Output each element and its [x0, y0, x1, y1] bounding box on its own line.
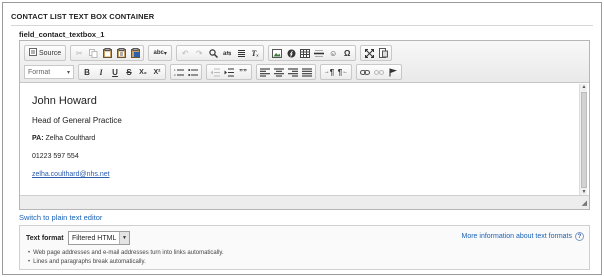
paste-word-icon[interactable] — [128, 46, 142, 60]
switch-editor-link[interactable]: Switch to plain text editor — [19, 213, 102, 222]
align-justify-icon[interactable] — [300, 65, 314, 79]
chevron-down-icon: ▾ — [66, 69, 70, 76]
special-char-icon[interactable]: Ω — [340, 46, 354, 60]
cut-icon[interactable]: ✂ — [72, 46, 86, 60]
format-dropdown[interactable]: Format ▾ — [24, 65, 74, 79]
subscript-button[interactable]: X₂ — [136, 65, 150, 79]
contact-name: John Howard — [32, 95, 97, 107]
source-button[interactable]: Source — [26, 46, 64, 60]
show-blocks-icon[interactable] — [376, 46, 390, 60]
rich-text-editor: Source ✂ abc ▾ ↶ ↷ a⇆ Tₓ ☺ Ω Format ▾ B … — [19, 40, 590, 210]
smiley-icon[interactable]: ☺ — [326, 46, 340, 60]
indent-icon[interactable] — [222, 65, 236, 79]
chevron-down-icon: ▼ — [119, 232, 129, 244]
table-icon[interactable] — [298, 46, 312, 60]
history-group: ↶ ↷ a⇆ Tₓ — [176, 45, 265, 61]
bidi-group: → ¶ ¶ ← — [320, 64, 352, 80]
toolbar-row-1: Source ✂ abc ▾ ↶ ↷ a⇆ Tₓ ☺ Ω — [24, 45, 396, 61]
basic-styles-group: B I U S X₂ X² — [78, 64, 166, 80]
scrollbar-thumb[interactable] — [581, 92, 587, 188]
paste-icon[interactable] — [100, 46, 114, 60]
undo-icon[interactable]: ↶ — [178, 46, 192, 60]
copy-icon[interactable] — [86, 46, 100, 60]
editor-statusbar: ◢ — [20, 195, 589, 209]
section-title: CONTACT LIST TEXT BOX CONTAINER — [11, 12, 155, 21]
editor-content[interactable]: John Howard Head of General Practice PA:… — [20, 84, 578, 196]
more-info-link[interactable]: More information about text formats — [462, 233, 573, 240]
contact-email-link[interactable]: zelha.coulthard@nhs.net — [32, 171, 110, 178]
help-icon[interactable]: ? — [575, 232, 584, 241]
replace-icon[interactable]: a⇆ — [220, 46, 234, 60]
special-char-label: Ω — [343, 48, 351, 58]
toolbar-row-2: Format ▾ B I U S X₂ X² 12 ”” → ¶ ¶ ← — [24, 64, 406, 80]
bullet-list-icon[interactable] — [186, 65, 200, 79]
field-label: field_contact_textbox_1 — [19, 30, 105, 39]
ltr-label: ¶ — [329, 67, 335, 77]
tools-group — [360, 45, 393, 61]
redo-icon[interactable]: ↷ — [192, 46, 206, 60]
anchor-flag-icon[interactable] — [386, 65, 400, 79]
contact-phone: 01223 597 554 — [32, 153, 79, 160]
flash-icon[interactable] — [284, 46, 298, 60]
format-tip: Lines and paragraphs break automatically… — [28, 258, 224, 267]
svg-text:2: 2 — [174, 73, 176, 77]
document-group: Source — [24, 45, 67, 61]
list-group: 12 — [170, 64, 202, 80]
scroll-up-icon[interactable]: ▲ — [580, 84, 588, 91]
source-icon — [29, 48, 37, 58]
paste-text-icon[interactable] — [114, 46, 128, 60]
editor-toolbar: Source ✂ abc ▾ ↶ ↷ a⇆ Tₓ ☺ Ω Format ▾ B … — [20, 41, 589, 83]
format-tip: Web page addresses and e-mail addresses … — [28, 249, 224, 258]
align-center-icon[interactable] — [272, 65, 286, 79]
strike-button[interactable]: S — [122, 65, 136, 79]
editor-scrollbar[interactable]: ▲ ▼ — [579, 84, 587, 196]
resize-grip-icon[interactable]: ◢ — [582, 199, 587, 207]
pa-label: PA: — [32, 135, 44, 142]
underline-button[interactable]: U — [108, 65, 122, 79]
format-dropdown-label: Format — [28, 68, 51, 76]
text-direction-ltr-icon[interactable]: → ¶ — [322, 65, 336, 79]
unlink-icon[interactable] — [372, 65, 386, 79]
image-icon[interactable] — [270, 46, 284, 60]
source-label: Source — [39, 49, 62, 57]
superscript-button[interactable]: X² — [150, 65, 164, 79]
remove-format-icon[interactable]: Tₓ — [248, 46, 262, 60]
align-left-icon[interactable] — [258, 65, 272, 79]
indent-group: ”” — [206, 64, 252, 80]
blockquote-icon[interactable]: ”” — [236, 65, 250, 79]
spellcheck-group: abc ▾ — [148, 45, 173, 61]
insert-group: ☺ Ω — [268, 45, 357, 61]
svg-text:1: 1 — [174, 68, 176, 72]
text-format-selected: Filtered HTML — [72, 234, 117, 242]
bold-button[interactable]: B — [80, 65, 94, 79]
align-right-icon[interactable] — [286, 65, 300, 79]
text-direction-rtl-icon[interactable]: ¶ ← — [336, 65, 350, 79]
link-icon[interactable] — [358, 65, 372, 79]
italic-button[interactable]: I — [94, 65, 108, 79]
outdent-icon[interactable] — [208, 65, 222, 79]
select-all-icon[interactable] — [234, 46, 248, 60]
format-tips: Web page addresses and e-mail addresses … — [28, 249, 224, 267]
align-group — [256, 64, 316, 80]
horizontal-rule-icon[interactable] — [312, 46, 326, 60]
spellcheck-icon[interactable]: abc ▾ — [150, 46, 170, 60]
text-format-label: Text format — [26, 235, 64, 242]
numbered-list-icon[interactable]: 12 — [172, 65, 186, 79]
contact-role: Head of General Practice — [32, 116, 122, 125]
find-icon[interactable] — [206, 46, 220, 60]
maximize-icon[interactable] — [362, 46, 376, 60]
section-divider — [11, 25, 593, 26]
clipboard-group: ✂ — [70, 45, 145, 61]
contact-pa: PA: Zelha Coulthard — [32, 135, 566, 142]
links-group — [356, 64, 402, 80]
text-format-panel: Text format Filtered HTML ▼ More informa… — [19, 225, 590, 270]
pa-name: Zelha Coulthard — [43, 135, 96, 142]
remove-format-label: Tₓ — [251, 48, 259, 58]
text-format-select[interactable]: Filtered HTML ▼ — [68, 231, 130, 245]
